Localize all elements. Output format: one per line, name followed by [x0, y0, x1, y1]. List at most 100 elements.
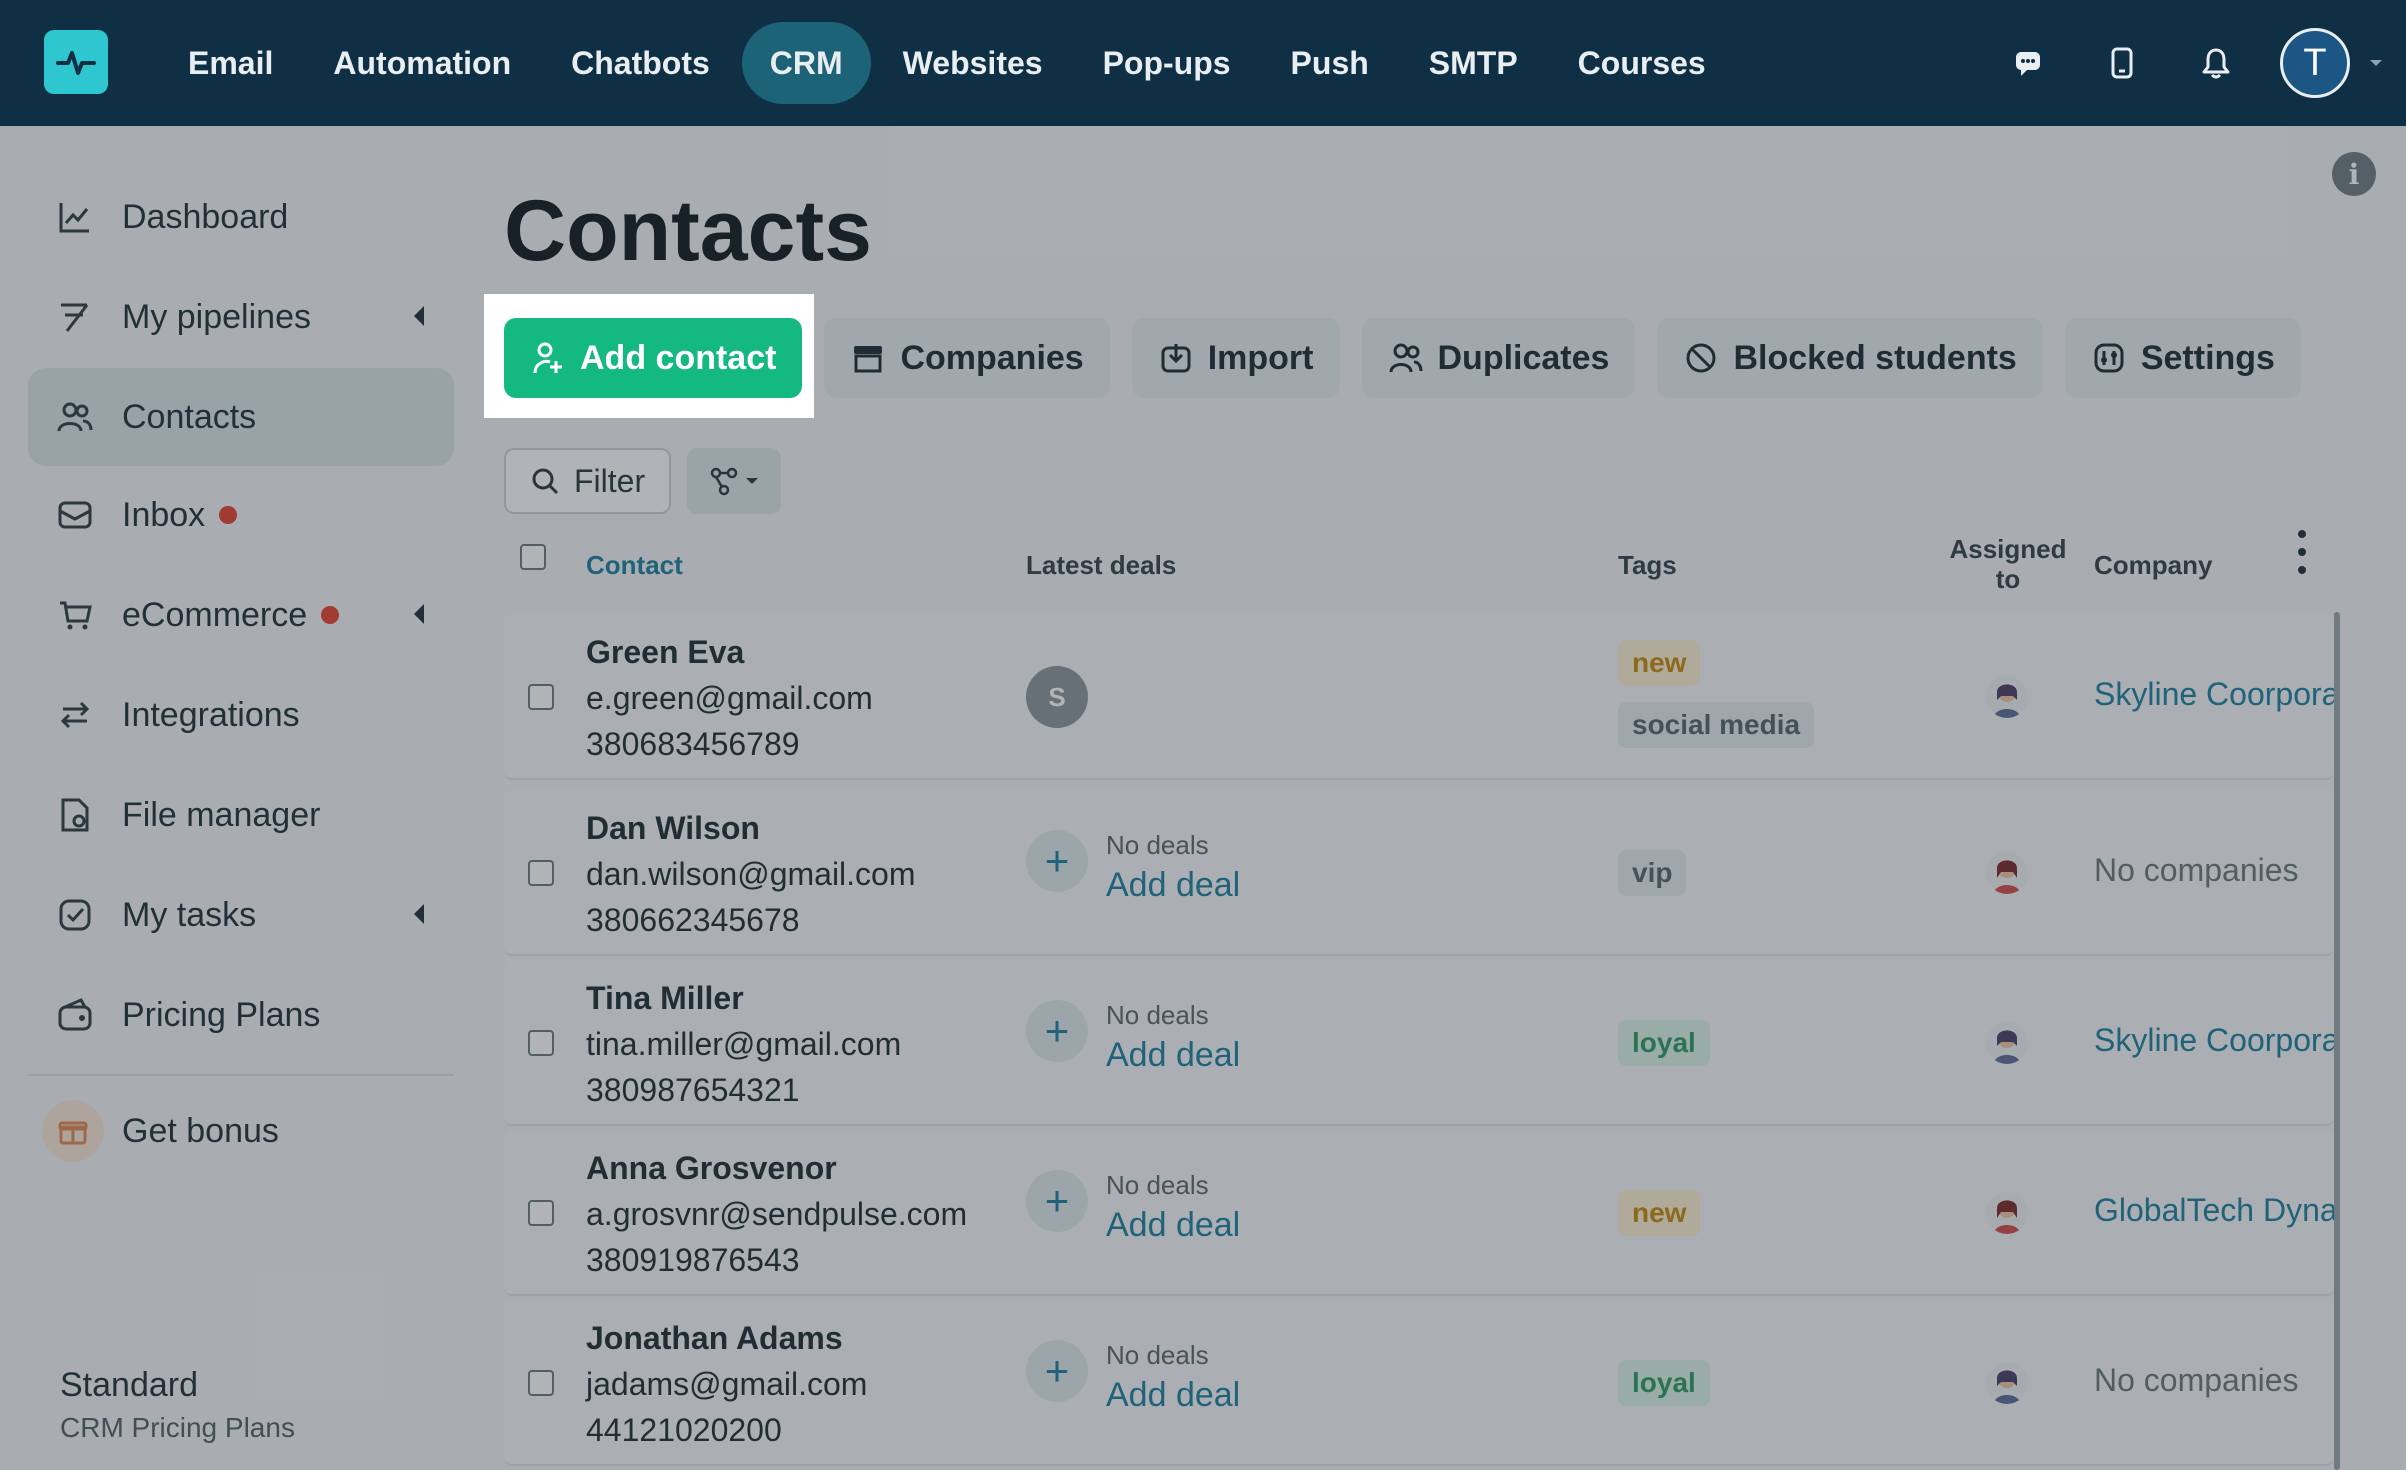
duplicates-button[interactable]: Duplicates	[1361, 318, 1636, 398]
mobile-icon[interactable]	[2092, 33, 2152, 93]
nav-push[interactable]: Push	[1263, 22, 1397, 104]
add-deal-icon[interactable]: +	[1026, 830, 1088, 892]
caret-left-icon[interactable]	[414, 604, 424, 624]
sidebar-item-label: My tasks	[122, 895, 257, 934]
import-button[interactable]: Import	[1131, 318, 1340, 398]
company-link[interactable]: Skyline Coorporation	[2094, 676, 2334, 713]
sidebar-item-pipelines[interactable]: My pipelines	[28, 268, 454, 366]
sidebar-item-pricing-plans[interactable]: Pricing Plans	[28, 966, 454, 1064]
blocked-students-button[interactable]: Blocked students	[1657, 318, 2043, 398]
tag-badge: loyal	[1618, 1020, 1710, 1066]
contact-email: jadams@gmail.com	[586, 1366, 868, 1402]
contact-name[interactable]: Tina Miller	[586, 980, 744, 1017]
main-nav: Email Automation Chatbots CRM Websites P…	[160, 22, 1734, 104]
tag-badge: loyal	[1618, 1360, 1710, 1406]
row-checkbox[interactable]	[528, 1030, 554, 1056]
collapse-sidebar-icon[interactable]	[460, 1466, 484, 1470]
plan-subtitle[interactable]: CRM Pricing Plans	[60, 1412, 295, 1444]
assignee-avatar[interactable]	[1986, 676, 2028, 718]
add-contact-label: Add contact	[580, 338, 777, 377]
column-contact[interactable]: Contact	[586, 550, 683, 581]
contact-name[interactable]: Anna Grosvenor	[586, 1150, 837, 1187]
blocked-students-label: Blocked students	[1733, 338, 2017, 377]
pulse-logo-icon[interactable]	[44, 30, 108, 94]
contact-name[interactable]: Dan Wilson	[586, 810, 760, 847]
contact-phone: 380987654321	[586, 1072, 800, 1108]
nav-websites[interactable]: Websites	[875, 22, 1071, 104]
filter-label: Filter	[574, 462, 646, 499]
contact-name[interactable]: Green Eva	[586, 634, 744, 671]
table-row[interactable]: Green Eva e.green@gmail.com 380683456789…	[504, 614, 2334, 780]
column-assigned-to: Assigned to	[1949, 534, 2067, 594]
table-row[interactable]: Anna Grosvenor a.grosvnr@sendpulse.com 3…	[504, 1130, 2334, 1296]
gift-icon	[42, 1100, 104, 1162]
add-deal-link[interactable]: Add deal	[1106, 1376, 1240, 1415]
nav-popups[interactable]: Pop-ups	[1075, 22, 1259, 104]
chat-icon[interactable]	[1998, 33, 2058, 93]
table-header: Contact Latest deals Tags Assigned to Co…	[504, 530, 2334, 596]
table-row[interactable]: Jonathan Adams jadams@gmail.com 44121020…	[504, 1300, 2334, 1466]
nav-crm[interactable]: CRM	[741, 22, 871, 104]
assignee-avatar[interactable]	[1986, 1362, 2028, 1404]
table-row[interactable]: Tina Miller tina.miller@gmail.com 380987…	[504, 960, 2334, 1126]
sidebar-item-contacts[interactable]: Contacts	[28, 368, 454, 466]
company-link[interactable]: Skyline Coorporation	[2094, 1022, 2334, 1059]
company-link[interactable]: GlobalTech Dynamics	[2094, 1192, 2334, 1229]
add-contact-button[interactable]: Add contact	[504, 318, 803, 398]
table-scrollbar[interactable]	[2334, 612, 2340, 1470]
company-empty: No companies	[2094, 1362, 2299, 1398]
chevron-down-icon[interactable]	[2364, 33, 2388, 93]
sidebar-item-label: Integrations	[122, 695, 300, 734]
add-deal-link[interactable]: Add deal	[1106, 866, 1240, 905]
wallet-icon	[54, 994, 96, 1036]
contact-name[interactable]: Jonathan Adams	[586, 1320, 843, 1357]
nav-courses[interactable]: Courses	[1550, 22, 1734, 104]
info-icon[interactable]: i	[2332, 152, 2376, 196]
add-deal-icon[interactable]: +	[1026, 1000, 1088, 1062]
bell-icon[interactable]	[2186, 33, 2246, 93]
sidebar-item-file-manager[interactable]: File manager	[28, 766, 454, 864]
caret-left-icon[interactable]	[414, 306, 424, 326]
companies-button[interactable]: Companies	[824, 318, 1110, 398]
add-deal-icon[interactable]: +	[1026, 1340, 1088, 1402]
inbox-icon	[54, 494, 96, 536]
page-title: Contacts	[504, 183, 872, 279]
add-user-icon	[530, 340, 566, 376]
sidebar-item-get-bonus[interactable]: Get bonus	[28, 1082, 454, 1180]
select-all-checkbox[interactable]	[520, 544, 546, 570]
tag-badge: social media	[1618, 702, 1815, 748]
add-deal-icon[interactable]: +	[1026, 1170, 1088, 1232]
sidebar-item-dashboard[interactable]: Dashboard	[28, 168, 454, 266]
row-checkbox[interactable]	[528, 684, 554, 710]
settings-button[interactable]: Settings	[2064, 318, 2301, 398]
flow-dropdown-button[interactable]	[687, 448, 782, 514]
caret-left-icon[interactable]	[414, 904, 424, 924]
no-deals-text: No deals	[1106, 1170, 1209, 1200]
user-avatar[interactable]: T	[2280, 28, 2350, 98]
sidebar-item-label: My pipelines	[122, 297, 311, 336]
row-checkbox[interactable]	[528, 1200, 554, 1226]
assignee-avatar[interactable]	[1986, 852, 2028, 894]
nav-chatbots[interactable]: Chatbots	[543, 22, 738, 104]
nav-smtp[interactable]: SMTP	[1401, 22, 1546, 104]
contact-email: tina.miller@gmail.com	[586, 1026, 902, 1062]
assignee-avatar[interactable]	[1986, 1192, 2028, 1234]
sidebar-item-integrations[interactable]: Integrations	[28, 666, 454, 764]
add-deal-link[interactable]: Add deal	[1106, 1206, 1240, 1245]
more-options-icon[interactable]	[2292, 530, 2312, 574]
sidebar-item-ecommerce[interactable]: eCommerce	[28, 566, 454, 664]
blocked-icon	[1683, 340, 1719, 376]
deal-badge[interactable]: S	[1026, 666, 1088, 728]
nav-automation[interactable]: Automation	[305, 22, 539, 104]
nav-email[interactable]: Email	[160, 22, 301, 104]
add-deal-link[interactable]: Add deal	[1106, 1036, 1240, 1075]
store-icon	[850, 340, 886, 376]
row-checkbox[interactable]	[528, 860, 554, 886]
filter-button[interactable]: Filter	[504, 448, 672, 514]
sidebar-item-my-tasks[interactable]: My tasks	[28, 866, 454, 964]
sidebar-item-inbox[interactable]: Inbox	[28, 466, 454, 564]
table-row[interactable]: Dan Wilson dan.wilson@gmail.com 38066234…	[504, 790, 2334, 956]
row-checkbox[interactable]	[528, 1370, 554, 1396]
assignee-avatar[interactable]	[1986, 1022, 2028, 1064]
sidebar-item-label: Get bonus	[122, 1111, 279, 1150]
